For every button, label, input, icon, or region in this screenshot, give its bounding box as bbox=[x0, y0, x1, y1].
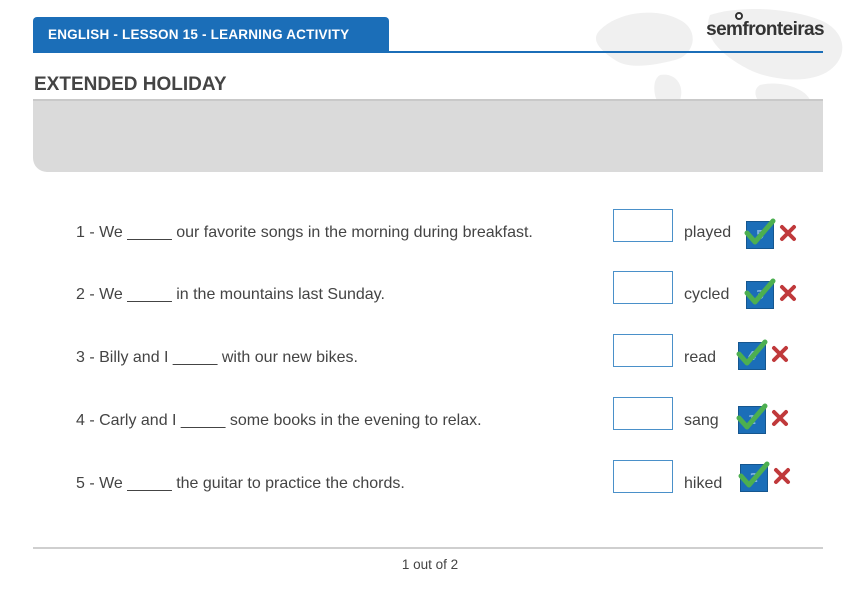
word-option: read bbox=[684, 349, 717, 366]
word-option: played bbox=[684, 224, 732, 241]
exercise-row: 5 - We _____ the guitar to practice the … bbox=[0, 460, 860, 512]
exercise-row: 1 - We _____ our favorite songs in the m… bbox=[0, 209, 860, 261]
word-option: cycled bbox=[684, 286, 730, 303]
answer-input[interactable] bbox=[613, 209, 673, 242]
x-icon[interactable] bbox=[779, 224, 797, 242]
brand-logo: semfronteiras bbox=[706, 12, 825, 41]
answer-input[interactable] bbox=[613, 397, 673, 430]
exercise-sentence: 3 - Billy and I _____ with our new bikes… bbox=[76, 349, 358, 366]
x-icon[interactable] bbox=[771, 345, 789, 363]
word-option: hiked bbox=[684, 475, 723, 492]
answer-input[interactable] bbox=[613, 334, 673, 367]
exercise-sentence: 5 - We _____ the guitar to practice the … bbox=[76, 475, 405, 492]
word-option: sang bbox=[684, 412, 719, 429]
exercise-sentence: 2 - We _____ in the mountains last Sunda… bbox=[76, 286, 385, 303]
exercise-sentence: 4 - Carly and I _____ some books in the … bbox=[76, 412, 482, 429]
header-divider bbox=[33, 51, 823, 53]
instructions-banner bbox=[33, 99, 823, 172]
exercise-row: 2 - We _____ in the mountains last Sunda… bbox=[0, 271, 860, 323]
answer-input[interactable] bbox=[613, 271, 673, 304]
x-icon[interactable] bbox=[779, 284, 797, 302]
answer-input[interactable] bbox=[613, 460, 673, 493]
footer-divider bbox=[33, 547, 823, 549]
check-icon[interactable] bbox=[738, 460, 770, 490]
check-icon[interactable] bbox=[736, 338, 768, 368]
check-icon[interactable] bbox=[744, 217, 776, 247]
logo-text: semfronteiras bbox=[706, 19, 824, 40]
exercise-row: 4 - Carly and I _____ some books in the … bbox=[0, 397, 860, 449]
page-indicator: 1 out of 2 bbox=[401, 557, 459, 572]
check-icon[interactable] bbox=[744, 277, 776, 307]
x-icon[interactable] bbox=[771, 409, 789, 427]
exercise-row: 3 - Billy and I _____ with our new bikes… bbox=[0, 334, 860, 386]
page-title: EXTENDED HOLIDAY bbox=[34, 74, 227, 95]
lesson-header-tab: ENGLISH - LESSON 15 - LEARNING ACTIVITY bbox=[33, 17, 389, 52]
exercise-sentence: 1 - We _____ our favorite songs in the m… bbox=[76, 224, 533, 241]
x-icon[interactable] bbox=[773, 467, 791, 485]
check-icon[interactable] bbox=[736, 402, 768, 432]
